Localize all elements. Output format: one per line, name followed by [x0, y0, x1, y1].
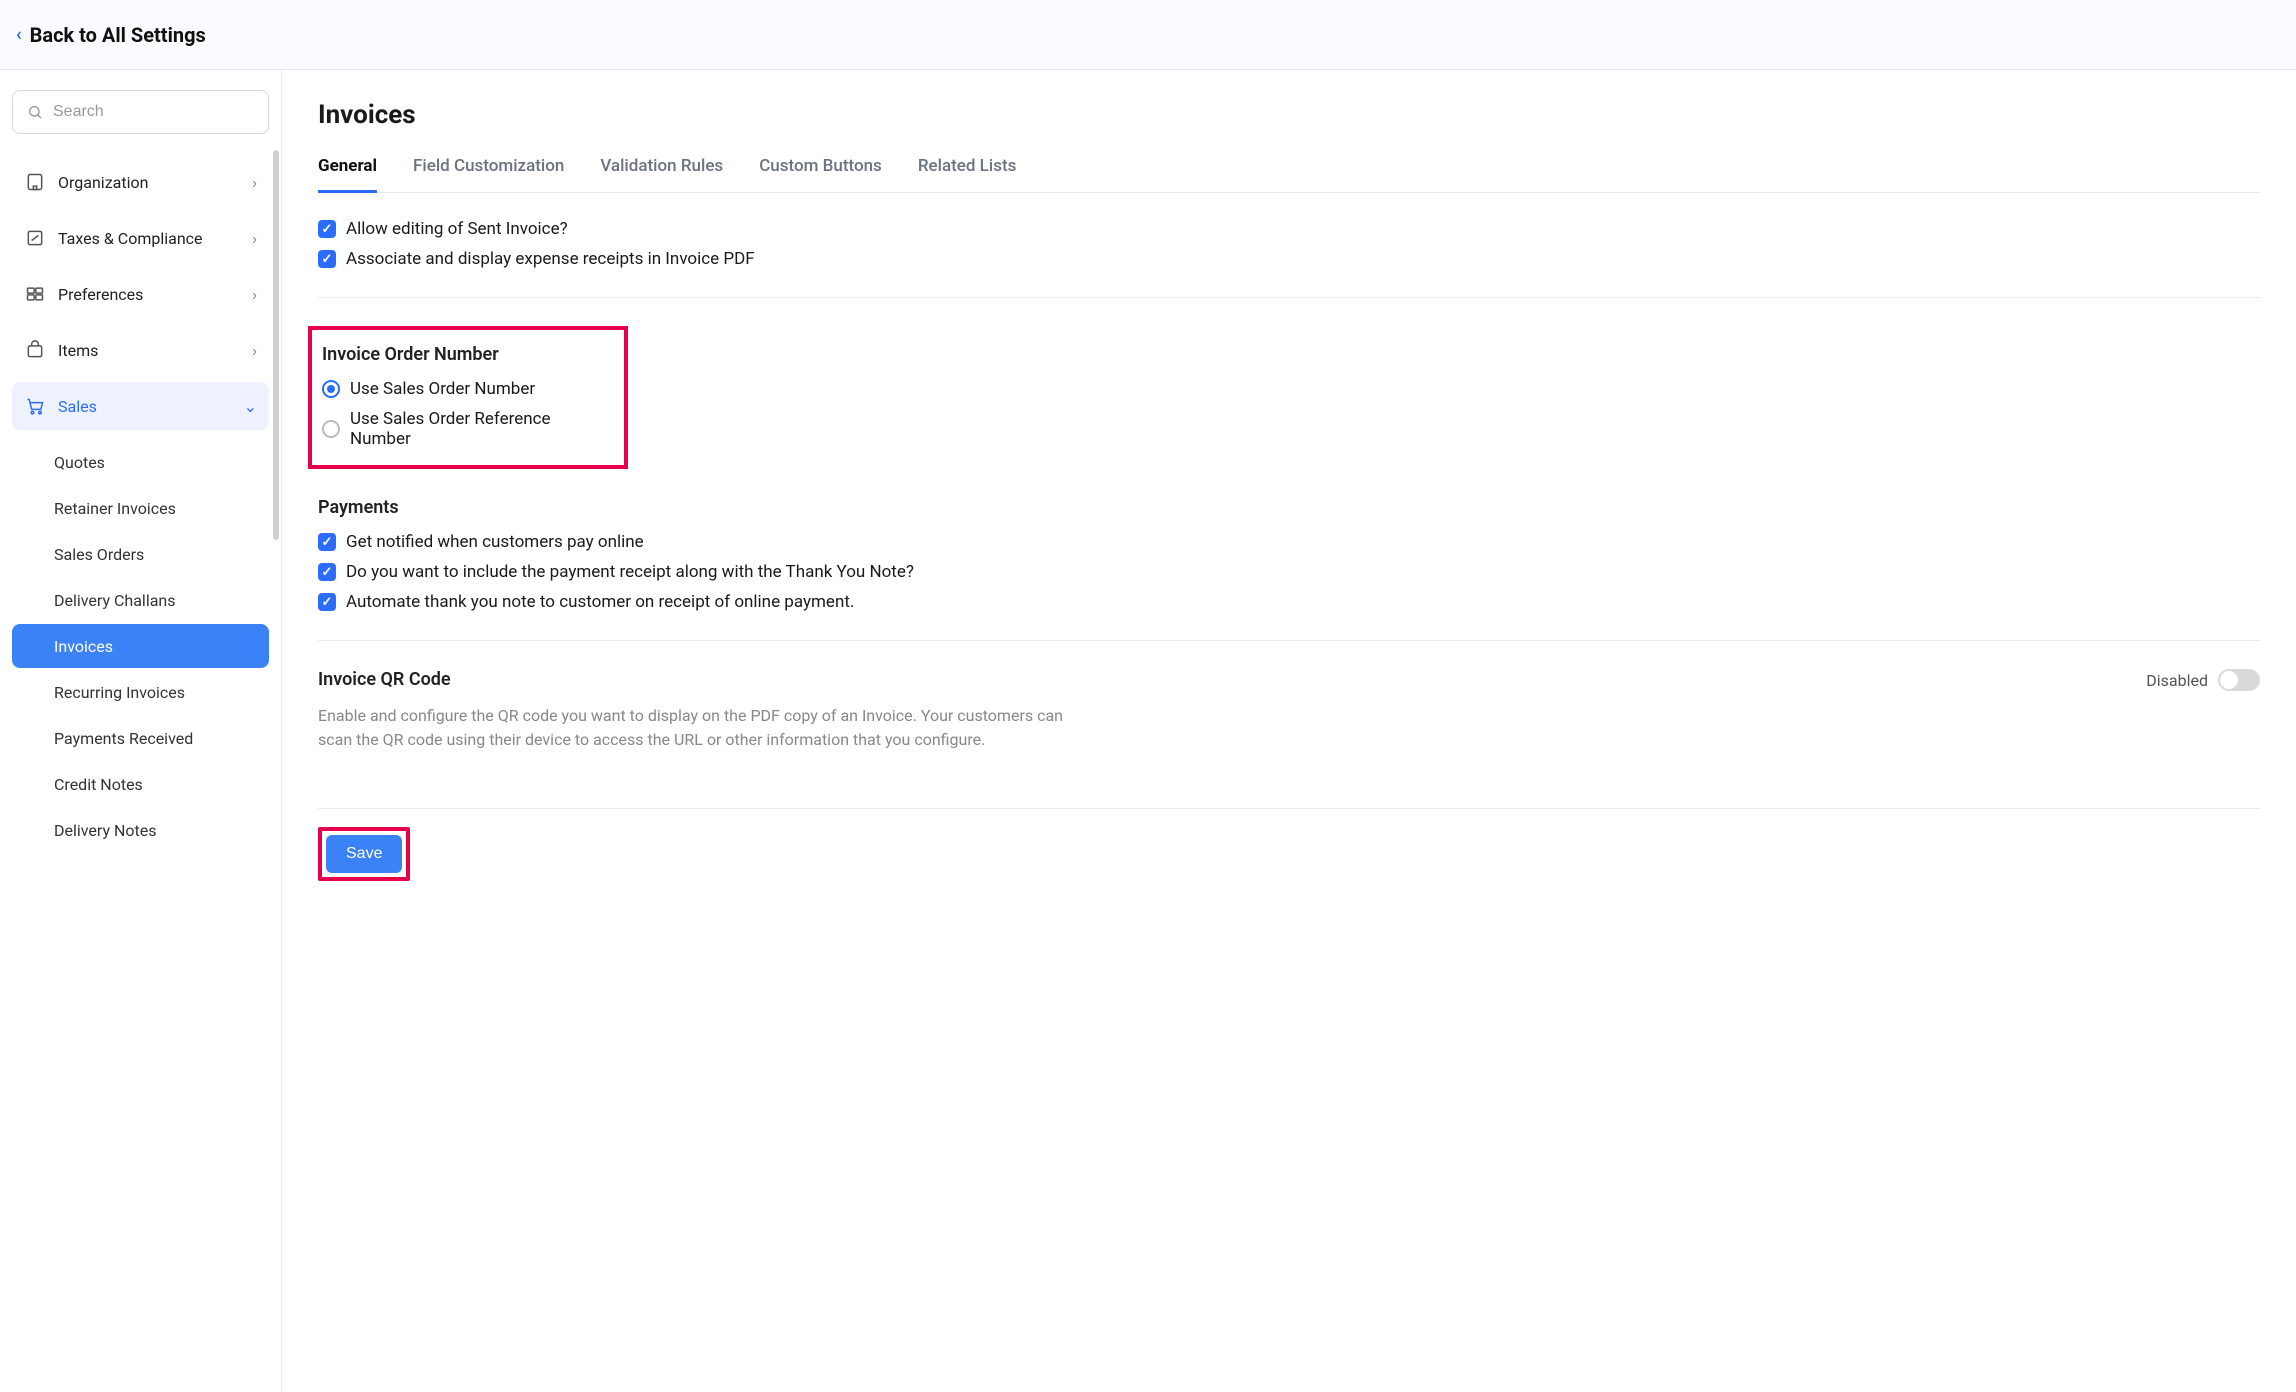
sub-label: Retainer Invoices [54, 499, 176, 518]
sidebar-item-label: Items [58, 341, 252, 360]
sidebar-subitem-payments-received[interactable]: Payments Received [12, 716, 269, 760]
chevron-right-icon: › [252, 285, 257, 304]
qr-toggle-group: Disabled [2146, 669, 2260, 691]
radio-use-sales-order-reference[interactable]: Use Sales Order Reference Number [312, 409, 608, 449]
chevron-down-icon: ⌄ [244, 397, 257, 416]
sub-label: Sales Orders [54, 545, 144, 564]
chevron-left-icon: ‹ [16, 24, 22, 45]
tabs: General Field Customization Validation R… [318, 156, 2260, 193]
main-content: Invoices General Field Customization Val… [282, 70, 2296, 1392]
sidebar-subitem-sales-orders[interactable]: Sales Orders [12, 532, 269, 576]
check-allow-editing[interactable]: Allow editing of Sent Invoice? [318, 219, 2260, 239]
sub-label: Credit Notes [54, 775, 143, 794]
sidebar-item-label: Taxes & Compliance [58, 229, 252, 248]
checkbox-icon [318, 250, 336, 268]
tab-custom-buttons[interactable]: Custom Buttons [759, 156, 882, 192]
back-label: Back to All Settings [30, 23, 206, 47]
cart-icon [24, 395, 46, 417]
highlight-save: Save [318, 827, 410, 881]
sidebar-item-sales[interactable]: Sales ⌄ [12, 382, 269, 430]
tab-field-customization[interactable]: Field Customization [413, 156, 564, 192]
section-title: Payments [318, 497, 2260, 518]
toggle-label: Disabled [2146, 671, 2208, 690]
preferences-icon [24, 283, 46, 305]
sidebar-subitem-delivery-notes[interactable]: Delivery Notes [12, 808, 269, 852]
back-to-settings-link[interactable]: ‹ Back to All Settings [16, 23, 206, 47]
sidebar-item-preferences[interactable]: Preferences › [12, 270, 269, 318]
topbar: ‹ Back to All Settings [0, 0, 2296, 70]
section-title: Invoice QR Code [318, 669, 1098, 690]
radio-icon [322, 380, 340, 398]
check-label: Do you want to include the payment recei… [346, 562, 914, 582]
sidebar-item-label: Organization [58, 173, 252, 192]
checkbox-icon [318, 563, 336, 581]
sidebar-item-taxes[interactable]: Taxes & Compliance › [12, 214, 269, 262]
sidebar-item-organization[interactable]: Organization › [12, 158, 269, 206]
radio-use-sales-order-number[interactable]: Use Sales Order Number [312, 379, 608, 399]
chevron-right-icon: › [252, 341, 257, 360]
sidebar: Organization › Taxes & Compliance › Pref… [0, 70, 282, 1392]
highlight-invoice-order-number: Invoice Order Number Use Sales Order Num… [308, 326, 628, 469]
checkbox-icon [318, 220, 336, 238]
sidebar-search[interactable] [12, 90, 269, 134]
checkbox-icon [318, 593, 336, 611]
check-automate-thankyou[interactable]: Automate thank you note to customer on r… [318, 592, 2260, 612]
section-title: Invoice Order Number [312, 344, 608, 365]
sub-label: Payments Received [54, 729, 193, 748]
check-label: Associate and display expense receipts i… [346, 249, 755, 269]
qr-toggle[interactable] [2218, 669, 2260, 691]
check-label: Automate thank you note to customer on r… [346, 592, 854, 612]
sidebar-subitem-invoices[interactable]: Invoices [12, 624, 269, 668]
sidebar-subitem-credit-notes[interactable]: Credit Notes [12, 762, 269, 806]
search-input[interactable] [53, 103, 254, 121]
sub-label: Recurring Invoices [54, 683, 185, 702]
check-notify-pay-online[interactable]: Get notified when customers pay online [318, 532, 2260, 552]
sidebar-subitem-retainer-invoices[interactable]: Retainer Invoices [12, 486, 269, 530]
radio-label: Use Sales Order Reference Number [350, 409, 608, 449]
check-include-receipt[interactable]: Do you want to include the payment recei… [318, 562, 2260, 582]
sidebar-item-label: Sales [58, 397, 244, 416]
section-qr-code: Invoice QR Code Enable and configure the… [318, 669, 2260, 780]
page-title: Invoices [318, 100, 2260, 130]
radio-label: Use Sales Order Number [350, 379, 535, 399]
building-icon [24, 171, 46, 193]
section-payments: Payments Get notified when customers pay… [318, 497, 2260, 641]
search-icon [27, 104, 43, 120]
sub-label: Delivery Notes [54, 821, 157, 840]
tab-validation-rules[interactable]: Validation Rules [600, 156, 723, 192]
scrollbar[interactable] [273, 150, 279, 540]
sidebar-item-items[interactable]: Items › [12, 326, 269, 374]
save-area: Save [318, 808, 2260, 881]
sidebar-subitem-quotes[interactable]: Quotes [12, 440, 269, 484]
check-label: Allow editing of Sent Invoice? [346, 219, 568, 239]
sub-label: Quotes [54, 453, 105, 472]
tax-icon [24, 227, 46, 249]
checkbox-icon [318, 533, 336, 551]
check-associate-expense[interactable]: Associate and display expense receipts i… [318, 249, 2260, 269]
check-label: Get notified when customers pay online [346, 532, 644, 552]
chevron-right-icon: › [252, 229, 257, 248]
section-top-checks: Allow editing of Sent Invoice? Associate… [318, 219, 2260, 298]
sidebar-subitem-delivery-challans[interactable]: Delivery Challans [12, 578, 269, 622]
sub-label: Delivery Challans [54, 591, 176, 610]
sidebar-item-label: Preferences [58, 285, 252, 304]
save-button[interactable]: Save [326, 835, 402, 873]
sidebar-subitem-recurring-invoices[interactable]: Recurring Invoices [12, 670, 269, 714]
tab-related-lists[interactable]: Related Lists [918, 156, 1017, 192]
radio-icon [322, 420, 340, 438]
chevron-right-icon: › [252, 173, 257, 192]
sub-label: Invoices [54, 637, 113, 656]
bag-icon [24, 339, 46, 361]
qr-description: Enable and configure the QR code you wan… [318, 704, 1098, 752]
tab-general[interactable]: General [318, 156, 377, 193]
